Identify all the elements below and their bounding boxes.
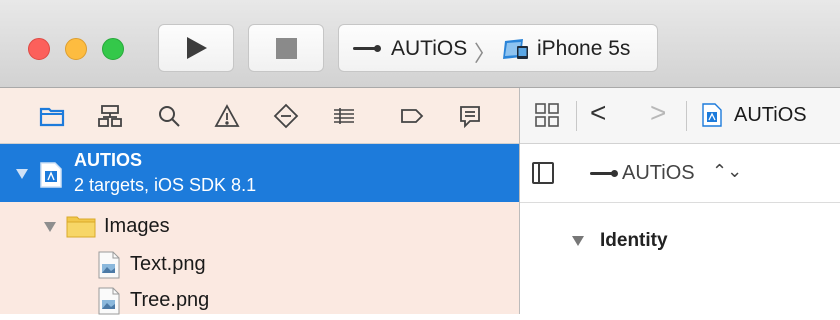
project-row[interactable]: AUTIOS 2 targets, iOS SDK 8.1: [0, 144, 519, 202]
project-file-icon: [702, 103, 722, 132]
target-bar: AUTiOS ⌃⌄: [520, 145, 840, 203]
updown-chevron-icon[interactable]: ⌃⌄: [712, 161, 742, 182]
target-selector[interactable]: AUTiOS: [622, 162, 695, 185]
report-bubble-icon[interactable]: [456, 102, 484, 130]
file-label: Tree.png: [130, 289, 210, 311]
project-title: AUTIOS: [74, 150, 143, 170]
file-row[interactable]: Text.png: [0, 246, 519, 284]
breadcrumb-separator: 〉: [474, 41, 497, 66]
file-row[interactable]: Tree.png: [0, 282, 519, 320]
sidebar-toggle-icon[interactable]: [532, 162, 554, 184]
editor-area: < > AUTiOS AUTiOS ⌃⌄ Identity: [520, 88, 840, 314]
play-icon: [187, 37, 207, 59]
disclosure-triangle-icon[interactable]: [16, 169, 28, 179]
identity-section-header[interactable]: Identity: [520, 218, 840, 258]
disclosure-triangle-icon[interactable]: [572, 236, 584, 246]
yellow-folder-icon: [66, 214, 96, 238]
search-icon[interactable]: [155, 102, 183, 130]
warning-icon[interactable]: [213, 102, 241, 130]
file-label: Text.png: [130, 253, 206, 275]
zoom-window-button[interactable]: [102, 38, 124, 60]
jump-bar: < > AUTiOS: [520, 88, 840, 144]
image-file-icon: [98, 287, 120, 320]
project-file-icon: [40, 162, 62, 193]
run-button[interactable]: [158, 24, 234, 72]
test-diamond-icon[interactable]: [272, 102, 300, 130]
image-file-icon: [98, 251, 120, 284]
device-name[interactable]: iPhone 5s: [537, 37, 630, 61]
breakpoint-icon[interactable]: [398, 102, 426, 130]
jumpbar-divider: [686, 101, 687, 131]
navigator-tab-bar: [0, 88, 519, 144]
related-items-grid-icon[interactable]: [534, 102, 560, 133]
debug-list-icon[interactable]: [330, 102, 358, 130]
stop-button[interactable]: [248, 24, 324, 72]
minimize-window-button[interactable]: [65, 38, 87, 60]
scheme-selector[interactable]: AUTiOS 〉 iPhone 5s: [338, 24, 658, 72]
device-icon: [501, 38, 529, 66]
scheme-name[interactable]: AUTiOS: [391, 37, 467, 61]
close-window-button[interactable]: [28, 38, 50, 60]
stop-icon: [276, 38, 297, 59]
app-logo-icon: [353, 45, 381, 52]
project-subtitle: 2 targets, iOS SDK 8.1: [74, 175, 257, 195]
app-logo-icon: [590, 170, 618, 177]
folder-row-images[interactable]: Images: [0, 206, 519, 246]
breadcrumb-project[interactable]: AUTiOS: [734, 104, 807, 127]
section-title: Identity: [600, 230, 668, 251]
jumpbar-divider: [576, 101, 577, 131]
window-toolbar: AUTiOS 〉 iPhone 5s: [0, 0, 840, 88]
project-navigator: AUTIOS 2 targets, iOS SDK 8.1 Images Tex…: [0, 88, 520, 315]
folder-label: Images: [104, 215, 170, 237]
hierarchy-icon[interactable]: [96, 102, 124, 130]
disclosure-triangle-icon[interactable]: [44, 222, 56, 232]
back-button[interactable]: <: [590, 97, 606, 129]
folder-icon[interactable]: [38, 102, 66, 130]
forward-button[interactable]: >: [650, 97, 666, 129]
